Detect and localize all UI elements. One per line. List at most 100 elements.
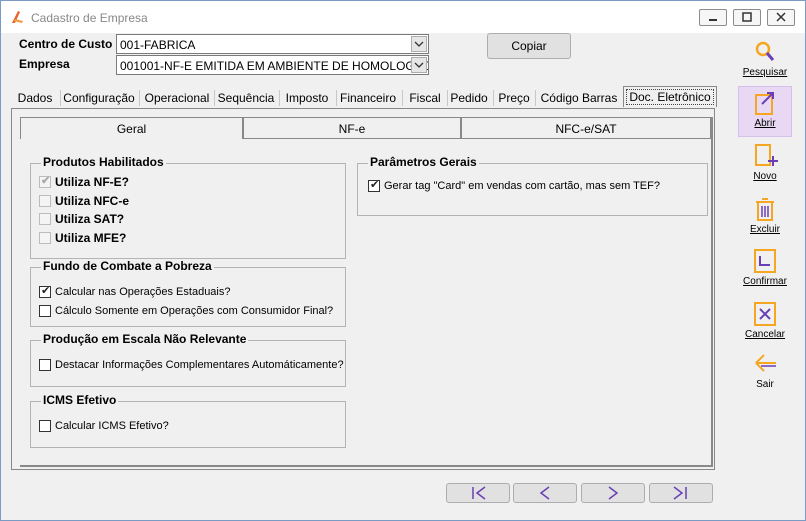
inner-panel: Geral NF-e NFC-e/SAT Produtos Habilitado… bbox=[20, 117, 713, 467]
tab-doc-eletronico[interactable]: Doc. Eletrônico bbox=[623, 86, 717, 107]
utiliza-nfe-checkbox[interactable]: ✔ Utiliza NF-E? bbox=[39, 174, 129, 190]
tab-doc-eletronico-label: Doc. Eletrônico bbox=[626, 89, 714, 105]
destacar-info-label: Destacar Informações Complementares Auto… bbox=[55, 359, 344, 371]
checkbox-box: ✔ bbox=[39, 175, 51, 188]
subtab-nfce-sat[interactable]: NFC-e/SAT bbox=[461, 117, 711, 139]
check-icon: ✔ bbox=[41, 285, 51, 297]
empresa-select[interactable]: 001001-NF-E EMITIDA EM AMBIENTE DE HOMOL… bbox=[116, 55, 429, 75]
maximize-button[interactable] bbox=[733, 9, 761, 26]
calculo-consumidor-final-checkbox[interactable]: Cálculo Somente em Operações com Consumi… bbox=[39, 303, 333, 319]
app-logo-icon bbox=[12, 11, 23, 23]
empresa-label: Empresa bbox=[19, 57, 70, 71]
main-tabs: Dados Configuração Operacional Sequência… bbox=[11, 86, 717, 108]
produtos-title: Produtos Habilitados bbox=[41, 155, 166, 169]
centro-custo-value: 001-FABRICA bbox=[120, 38, 196, 52]
confirmar-button[interactable]: Confirmar bbox=[738, 248, 792, 287]
tab-configuracao[interactable]: Configuração bbox=[63, 88, 135, 108]
pesquisar-label: Pesquisar bbox=[742, 67, 788, 78]
close-icon bbox=[776, 12, 786, 22]
utiliza-mfe-checkbox[interactable]: Utiliza MFE? bbox=[39, 230, 126, 246]
gerar-tag-card-checkbox[interactable]: ✔ Gerar tag "Card" em vendas com cartão,… bbox=[368, 178, 660, 194]
utiliza-nfce-checkbox[interactable]: Utiliza NFC-e bbox=[39, 193, 129, 209]
centro-custo-label: Centro de Custo bbox=[19, 37, 113, 51]
produtos-group: Produtos Habilitados ✔ Utiliza NF-E? Uti… bbox=[30, 155, 346, 259]
calcular-estaduais-label: Calcular nas Operações Estaduais? bbox=[55, 286, 231, 298]
novo-label: Novo bbox=[753, 171, 777, 182]
utiliza-sat-label: Utiliza SAT? bbox=[55, 212, 125, 226]
fundo-group: Fundo de Combate a Pobreza ✔ Calcular na… bbox=[30, 259, 346, 327]
chevron-down-icon[interactable] bbox=[411, 36, 427, 52]
parametros-group: Parâmetros Gerais ✔ Gerar tag "Card" em … bbox=[357, 155, 708, 216]
tab-pedido[interactable]: Pedido bbox=[450, 88, 488, 108]
checkbox-box bbox=[39, 420, 51, 432]
chevron-down-icon[interactable] bbox=[411, 57, 427, 73]
first-record-button[interactable] bbox=[446, 483, 510, 503]
checkbox-box bbox=[39, 232, 51, 244]
minimize-icon bbox=[709, 19, 717, 21]
open-icon bbox=[752, 90, 778, 116]
gerar-tag-card-label: Gerar tag "Card" em vendas com cartão, m… bbox=[384, 180, 660, 192]
tab-fiscal[interactable]: Fiscal bbox=[405, 88, 445, 108]
tab-preco[interactable]: Preço bbox=[496, 88, 532, 108]
cancel-icon bbox=[752, 301, 778, 327]
sair-label: Sair bbox=[756, 379, 774, 390]
producao-group: Produção em Escala Não Relevante Destaca… bbox=[30, 332, 346, 387]
excluir-label: Excluir bbox=[749, 224, 780, 235]
confirm-icon bbox=[752, 248, 778, 274]
subtab-nfe[interactable]: NF-e bbox=[243, 117, 461, 139]
centro-custo-select[interactable]: 001-FABRICA bbox=[116, 34, 429, 54]
novo-button[interactable]: Novo bbox=[738, 143, 792, 182]
pesquisar-button[interactable]: Pesquisar bbox=[738, 39, 792, 78]
calcular-icms-checkbox[interactable]: Calcular ICMS Efetivo? bbox=[39, 418, 169, 434]
tab-operacional[interactable]: Operacional bbox=[142, 88, 212, 108]
checkbox-box bbox=[39, 359, 51, 371]
checkbox-box bbox=[39, 195, 51, 207]
excluir-button[interactable]: Excluir bbox=[738, 196, 792, 235]
tab-financeiro[interactable]: Financeiro bbox=[339, 88, 397, 108]
icms-group: ICMS Efetivo Calcular ICMS Efetivo? bbox=[30, 393, 346, 448]
minimize-button[interactable] bbox=[699, 9, 727, 26]
check-icon: ✔ bbox=[370, 179, 380, 191]
parametros-title: Parâmetros Gerais bbox=[368, 155, 479, 169]
check-icon: ✔ bbox=[41, 175, 51, 187]
tab-sequencia[interactable]: Sequência bbox=[217, 88, 275, 108]
checkbox-box bbox=[39, 213, 51, 225]
search-icon bbox=[752, 39, 778, 65]
close-button[interactable] bbox=[767, 9, 795, 26]
tab-panel: Geral NF-e NFC-e/SAT Produtos Habilitado… bbox=[11, 108, 715, 470]
checkbox-box: ✔ bbox=[39, 285, 51, 298]
window: Cadastro de Empresa Centro de Custo 001-… bbox=[0, 0, 806, 521]
utiliza-nfce-label: Utiliza NFC-e bbox=[55, 194, 130, 208]
calcular-estaduais-checkbox[interactable]: ✔ Calcular nas Operações Estaduais? bbox=[39, 284, 230, 300]
cancelar-button[interactable]: Cancelar bbox=[738, 301, 792, 340]
tab-dados[interactable]: Dados bbox=[13, 88, 57, 108]
utiliza-mfe-label: Utiliza MFE? bbox=[55, 231, 127, 245]
copiar-button[interactable]: Copiar bbox=[487, 33, 571, 59]
tab-imposto[interactable]: Imposto bbox=[282, 88, 332, 108]
next-record-button[interactable] bbox=[581, 483, 645, 503]
window-title: Cadastro de Empresa bbox=[31, 11, 148, 25]
cancelar-label: Cancelar bbox=[744, 329, 786, 340]
calculo-consumidor-final-label: Cálculo Somente em Operações com Consumi… bbox=[55, 305, 334, 317]
confirmar-label: Confirmar bbox=[743, 276, 787, 287]
tab-codigo-barras[interactable]: Código Barras bbox=[538, 88, 620, 108]
utiliza-sat-checkbox[interactable]: Utiliza SAT? bbox=[39, 211, 124, 227]
utiliza-nfe-label: Utiliza NF-E? bbox=[55, 175, 129, 189]
destacar-info-checkbox[interactable]: Destacar Informações Complementares Auto… bbox=[39, 357, 344, 373]
previous-icon bbox=[539, 486, 550, 500]
fundo-title: Fundo de Combate a Pobreza bbox=[41, 259, 214, 273]
new-icon bbox=[752, 143, 778, 169]
maximize-icon bbox=[742, 12, 752, 22]
sair-button[interactable]: Sair bbox=[738, 351, 792, 390]
next-icon bbox=[608, 486, 619, 500]
icms-title: ICMS Efetivo bbox=[41, 393, 119, 407]
abrir-label: Abrir bbox=[754, 118, 776, 129]
trash-icon bbox=[752, 196, 778, 222]
subtab-geral[interactable]: Geral bbox=[20, 117, 243, 139]
previous-record-button[interactable] bbox=[513, 483, 577, 503]
calcular-icms-label: Calcular ICMS Efetivo? bbox=[55, 420, 169, 432]
first-icon bbox=[472, 486, 486, 500]
last-record-button[interactable] bbox=[649, 483, 713, 503]
abrir-button[interactable]: Abrir bbox=[738, 86, 792, 137]
title-bar: Cadastro de Empresa bbox=[1, 1, 805, 33]
